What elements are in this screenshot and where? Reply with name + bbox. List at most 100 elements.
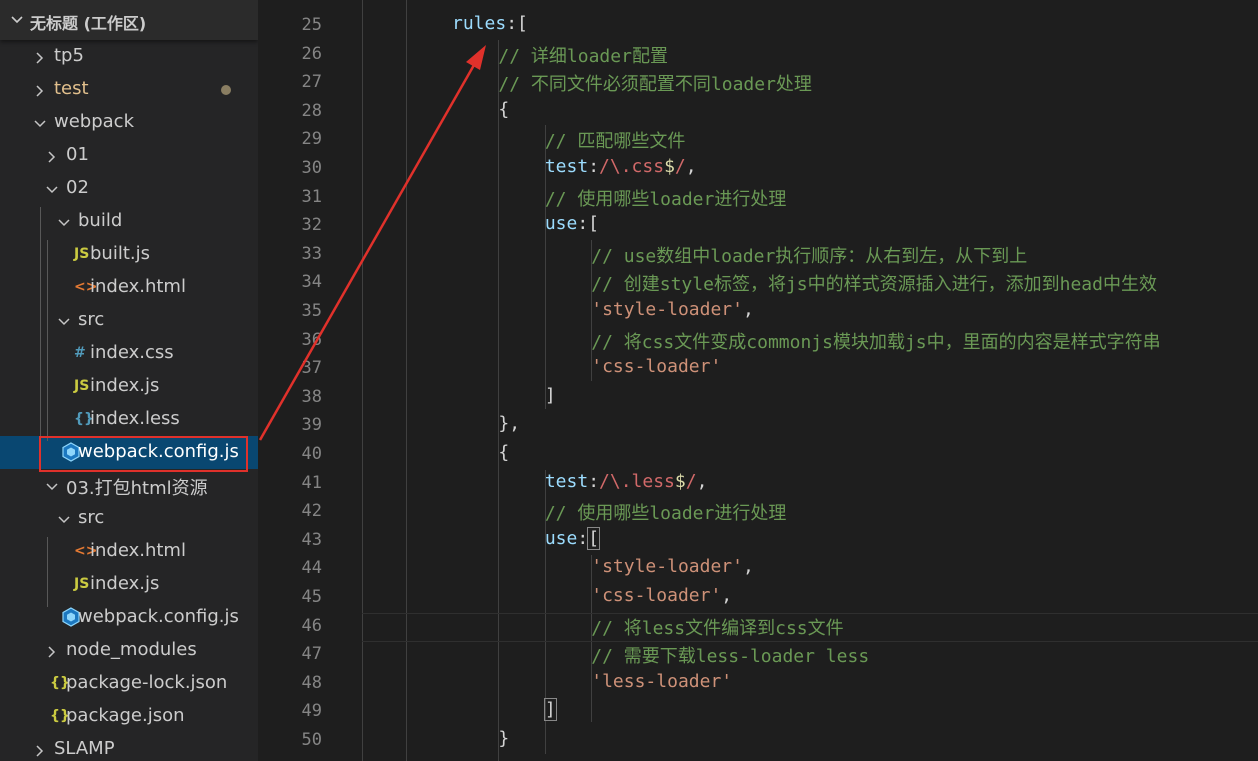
chevron-right-icon [45,643,57,658]
code-comment: // use数组中loader执行顺序：从右到左，从下到上 [591,245,1028,267]
matched-bracket: [ [587,526,601,550]
code-punctuation: , [721,585,733,606]
code-line: { [498,99,509,120]
chevron-down-icon [10,12,24,31]
chevron-down-icon [57,214,70,227]
tree-item-label: index.js [90,573,160,594]
code-comment: // 需要下载less-loader less [591,646,870,668]
chevron-right-icon [33,49,45,64]
modified-dot-icon [221,85,231,95]
tree-indent-guide [40,207,41,466]
code-line: use:[ [544,526,601,550]
chevron-down-icon [45,181,58,194]
code-line: // 创建style标签，将js中的样式资源插入进行，添加到head中生效 [591,270,1157,296]
code-line: // use数组中loader执行顺序：从右到左，从下到上 [591,242,1027,268]
tree-item-label: index.less [90,408,180,429]
tree-file-index-html[interactable]: <> index.html [0,271,258,304]
code-comment: // 将css文件变成commonjs模块加载js中，里面的内容是样式字符串 [591,331,1161,353]
code-line: }, [498,413,520,434]
tree-item-label: src [78,309,105,330]
tree-folder-src[interactable]: src [0,502,258,535]
code-line: 'css-loader', [591,585,732,606]
tree-folder-02[interactable]: 02 [0,172,258,205]
code-line: ] [545,385,556,406]
tree-file-package-json[interactable]: {} package.json [0,700,258,733]
code-property: use [544,527,578,549]
tree-folder-03-打包html资源[interactable]: 03.打包html资源 [0,469,258,502]
chevron-down-icon [57,511,70,524]
tree-file-index-html[interactable]: <> index.html [0,535,258,568]
tree-item-label: SLAMP [54,738,115,759]
code-line: // 需要下载less-loader less [591,642,869,668]
code-punctuation: : [588,156,600,177]
line-number: 46 [301,615,322,636]
code-punctuation: : [577,527,589,549]
workspace-header[interactable]: 无标题 (工作区) [0,0,258,40]
line-number: 35 [301,301,322,321]
tree-item-label: 02 [66,177,89,198]
code-line: // 匹配哪些文件 [545,127,686,153]
code-comment: // 创建style标签，将js中的样式资源插入进行，添加到head中生效 [591,274,1157,296]
line-number: 45 [301,587,322,607]
code-comment: // 匹配哪些文件 [544,131,686,153]
tree-indent-guide [47,537,48,607]
tree-file-index-css[interactable]: # index.css [0,337,258,370]
tree-file-built-js[interactable]: JS built.js [0,238,258,271]
line-number: 40 [301,444,322,464]
code-comment: // 将less文件编译到css文件 [591,617,844,639]
tree-folder-build[interactable]: build [0,205,258,238]
matched-bracket: ] [543,698,557,722]
chevron-down-icon [33,115,46,128]
code-line: // 将less文件编译到css文件 [591,614,843,640]
code-property: rules [452,13,507,34]
line-number: 36 [301,329,322,350]
code-line: } [498,728,509,749]
code-punctuation: , [742,299,754,320]
tree-folder-node-modules[interactable]: node_modules [0,634,258,667]
code-comment: // 详细loader配置 [498,45,668,67]
tree-file-index-js[interactable]: JS index.js [0,370,258,403]
code-line: // 详细loader配置 [498,42,668,68]
tree-item-label: test [54,78,89,99]
tree-item-label: src [78,507,105,528]
tree-item-label: build [78,210,123,231]
code-line: use:[ [545,213,599,234]
line-number: 31 [301,186,322,207]
tree-item-label: index.js [90,375,160,396]
line-number: 28 [301,100,322,121]
code-line: test:/\.css$/, [545,156,697,177]
tree-folder-src[interactable]: src [0,304,258,337]
code-punctuation: { [498,98,510,120]
chevron-right-icon [33,82,45,97]
line-number: 34 [301,272,322,293]
tree-folder-webpack[interactable]: webpack [0,106,258,139]
code-regex: / [674,156,686,177]
code-editor[interactable]: 25 26 27 28 29 30 31 32 33 34 35 36 37 38 39 40 41 42 43 44… [258,0,1258,761]
tree-item-label: built.js [90,243,150,264]
code-line: 'style-loader', [591,299,754,320]
code-regex: /\.css [599,156,665,177]
line-number: 37 [301,358,322,379]
tree-folder-tp5[interactable]: tp5 [0,40,258,73]
tree-item-label: index.html [90,540,186,561]
tree-file-index-js[interactable]: JS index.js [0,568,258,601]
tree-file-package-lock-json[interactable]: {} package-lock.json [0,667,258,700]
tree-file-webpack-config-js[interactable]: webpack.config.js [0,601,258,634]
line-number: 50 [301,730,322,750]
tree-folder-test[interactable]: test [0,73,258,106]
tree-file-index-less[interactable]: {} index.less [0,403,258,436]
code-string: 'css-loader' [591,585,722,606]
line-number: 42 [301,501,322,522]
tree-item-label: tp5 [54,45,84,66]
code-punctuation: { [498,442,510,463]
line-number: 33 [301,243,322,264]
explorer-sidebar: tp5 test webpack 01 02 build JS built.js <> index… [0,0,258,761]
code-indent-guide [406,0,407,761]
tree-folder-01[interactable]: 01 [0,139,258,172]
code-line: 'style-loader', [591,556,754,577]
code-comment: // 使用哪些loader进行处理 [544,503,787,525]
code-indent-guide [498,40,499,761]
tree-folder-slamp[interactable]: SLAMP [0,733,258,761]
code-string: 'style-loader' [591,299,743,320]
chevron-right-icon [45,148,57,163]
